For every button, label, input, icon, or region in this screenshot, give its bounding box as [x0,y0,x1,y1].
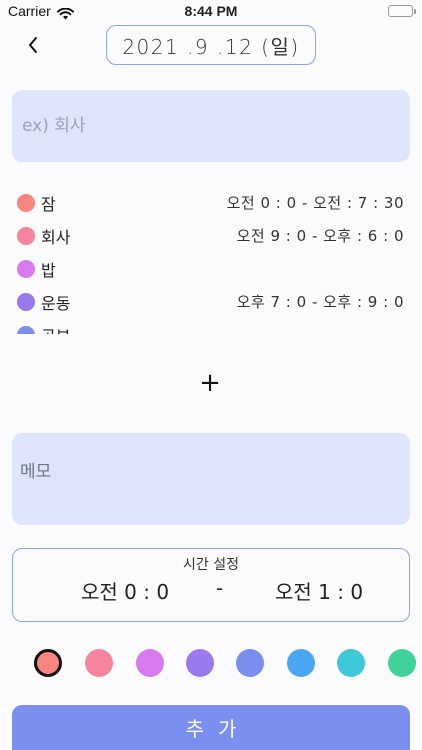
schedule-item[interactable]: 잠 오전 0 : 0 - 오전 : 7 : 30 [12,186,410,219]
color-palette [0,649,422,679]
time-setting-title: 시간 설정 [183,557,239,573]
schedule-item[interactable]: 회사 오전 9 : 0 - 오후 : 6 : 0 [12,219,410,252]
back-button[interactable] [26,36,44,56]
color-swatch[interactable] [388,649,416,677]
end-time-picker[interactable]: 오전 1 : 0 [275,576,363,605]
color-swatch[interactable] [34,649,62,677]
status-bar: Carrier 8:44 PM [0,0,422,24]
time-setting-panel: 시간 설정 오전 0 : 0 - 오전 1 : 0 [12,548,410,622]
color-swatch[interactable] [337,649,365,677]
date-selector[interactable]: 2021 .9 .12 (일) [106,25,316,65]
schedule-item-label: 밥 [41,260,56,280]
schedule-title-input[interactable] [12,90,410,162]
memo-input[interactable] [12,433,410,525]
color-dot [17,193,35,212]
schedule-list[interactable]: 잠 오전 0 : 0 - 오전 : 7 : 30 회사 오전 9 : 0 - 오후 :… [12,186,410,334]
color-swatch[interactable] [236,649,264,677]
schedule-item-time: 오후 7 : 0 - 오후 : 9 : 0 [236,293,404,311]
schedule-item-label: 회사 [41,227,71,247]
add-schedule-button[interactable]: + [196,370,224,398]
color-swatch[interactable] [85,649,113,677]
schedule-item-time: 오전 0 : 0 - 오전 : 7 : 30 [226,194,404,212]
color-swatch[interactable] [287,649,315,677]
schedule-item-label: 잠 [41,194,56,214]
time-separator: - [216,576,224,600]
color-dot [17,259,35,278]
chevron-left-icon [29,37,37,53]
schedule-item-time: 오전 9 : 0 - 오후 : 6 : 0 [236,227,404,245]
schedule-item-label: 운동 [41,293,71,313]
schedule-item[interactable]: 공부 [12,318,410,334]
color-dot [17,226,35,245]
color-dot [17,325,35,334]
battery-icon [388,5,416,17]
color-swatch[interactable] [186,649,214,677]
schedule-item[interactable]: 밥 [12,252,410,285]
schedule-item[interactable]: 운동 오후 7 : 0 - 오후 : 9 : 0 [12,285,410,318]
start-time-picker[interactable]: 오전 0 : 0 [81,576,169,605]
add-button[interactable]: 추가 [12,705,410,750]
color-swatch[interactable] [136,649,164,677]
schedule-item-label: 공부 [41,323,70,335]
color-dot [17,292,35,311]
status-time: 8:44 PM [184,3,238,19]
